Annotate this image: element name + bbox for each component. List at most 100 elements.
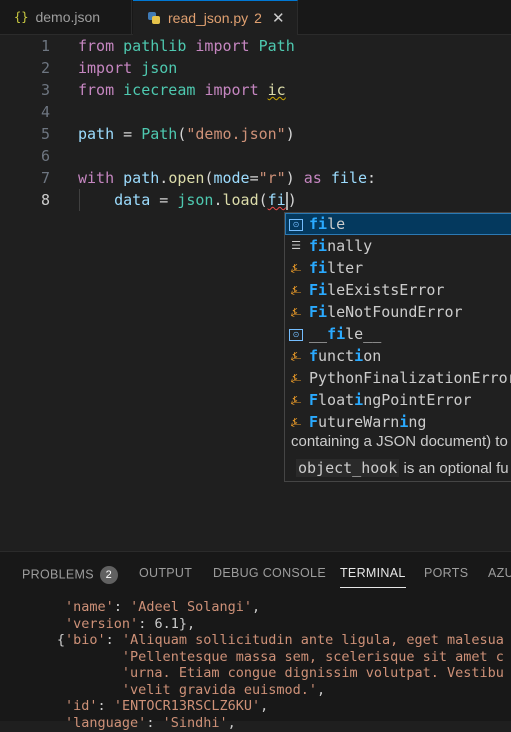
code-token: path bbox=[123, 169, 160, 187]
suggestion-label: filter bbox=[309, 259, 364, 277]
code-token: Path bbox=[141, 125, 178, 143]
suggestion-label: FileExistsError bbox=[309, 281, 445, 299]
suggestion-label: FutureWarning bbox=[309, 413, 427, 431]
panel-tab-terminal[interactable]: TERMINAL bbox=[340, 566, 406, 588]
terminal-line: 'id': 'ENTOCR13RSCLZ6KU', bbox=[65, 698, 269, 714]
suggestion-item[interactable]: ⍼ filter bbox=[285, 257, 511, 279]
python-icon bbox=[147, 11, 161, 25]
code-text: data = json.load(fi) bbox=[78, 189, 297, 211]
code-token: fi bbox=[267, 191, 286, 209]
keyword-icon: ☰ bbox=[291, 239, 301, 252]
code-token: json bbox=[141, 59, 178, 77]
class-icon: ⍼ bbox=[290, 415, 302, 429]
suggestion-widget[interactable]: ⍼ FutureWarning ⍼ FloatingPointError ⍼ Python… bbox=[284, 212, 511, 482]
code-text: from pathlib import Path bbox=[78, 35, 295, 57]
terminal-line: 'name': 'Adeel Solangi', bbox=[65, 599, 261, 615]
code-token: Path bbox=[258, 37, 295, 55]
doc-code: object_hook bbox=[296, 459, 400, 477]
panel-tab-label: OUTPUT bbox=[139, 566, 193, 580]
code-token: ic bbox=[267, 81, 286, 99]
code-text: path = Path("demo.json") bbox=[78, 123, 295, 145]
terminal-line: 'velit gravida euismod.', bbox=[121, 681, 326, 698]
class-icon: ⍼ bbox=[290, 371, 302, 385]
code-token: open bbox=[168, 169, 205, 187]
code-token: path bbox=[78, 125, 115, 143]
code-line[interactable]: 4 bbox=[0, 101, 511, 123]
suggestion-item[interactable]: ⊙ file bbox=[285, 213, 511, 235]
line-number: 2 bbox=[40, 59, 50, 77]
suggestion-item[interactable]: ⊙ __file__ bbox=[285, 323, 511, 345]
code-line[interactable]: 6 bbox=[0, 145, 511, 167]
class-icon: ⍼ bbox=[290, 305, 302, 319]
doc-text-line: object_hook is an optional fu bbox=[296, 459, 509, 477]
code-token: pathlib bbox=[123, 37, 187, 55]
code-line[interactable]: 2 import json bbox=[0, 57, 511, 79]
code-token: ) bbox=[285, 169, 304, 187]
line-number: 4 bbox=[40, 103, 50, 121]
suggestion-item[interactable]: ⍼ function bbox=[285, 345, 511, 367]
suggestion-label: finally bbox=[309, 237, 373, 255]
panel-tab-output[interactable]: OUTPUT bbox=[139, 566, 192, 580]
editor-tab-bar: {} demo.json read_json.py 2 ✕ bbox=[0, 0, 511, 35]
suggestion-label: PythonFinalizationError bbox=[309, 369, 511, 387]
suggestion-item[interactable]: ⍼ FloatingPointError bbox=[285, 389, 511, 411]
code-token: ) bbox=[287, 191, 297, 209]
class-icon: ⍼ bbox=[290, 349, 302, 363]
suggestion-item[interactable]: ⍼ FileNotFoundError bbox=[285, 301, 511, 323]
line-number: 1 bbox=[40, 37, 50, 55]
doc-text: is an optional fu bbox=[399, 460, 509, 477]
code-token: with bbox=[78, 169, 115, 187]
variable-icon: ⊙ bbox=[289, 219, 303, 231]
code-text: import json bbox=[78, 57, 177, 79]
suggestion-item[interactable]: ⍼ FutureWarning bbox=[285, 411, 511, 433]
code-line[interactable]: 5 path = Path("demo.json") bbox=[0, 123, 511, 145]
suggestion-item[interactable]: ☰ finally bbox=[285, 235, 511, 257]
class-icon: ⍼ bbox=[290, 283, 302, 297]
code-line[interactable]: 7 with path.open(mode="r") as file: bbox=[0, 167, 511, 189]
panel-tab-azu[interactable]: AZU bbox=[488, 566, 511, 580]
suggestion-label: file bbox=[309, 215, 346, 233]
code-token: as bbox=[303, 169, 322, 187]
terminal-line: 'Pellentesque massa sem, scelerisque sit… bbox=[121, 648, 504, 665]
code-line[interactable]: 1 from pathlib import Path bbox=[0, 35, 511, 57]
tab-label: demo.json bbox=[35, 9, 101, 25]
code-token: "r" bbox=[258, 169, 286, 187]
code-token: from bbox=[78, 81, 115, 99]
suggestion-label: __file__ bbox=[309, 325, 382, 343]
code-token: icecream bbox=[123, 81, 196, 99]
suggestion-label: function bbox=[309, 347, 382, 365]
line-number: 6 bbox=[40, 147, 50, 165]
code-token: ( bbox=[258, 191, 268, 209]
code-token: from bbox=[78, 37, 115, 55]
code-line[interactable]: 8 data = json.load(fi) bbox=[0, 189, 511, 211]
tab-label: read_json.py bbox=[168, 10, 249, 26]
panel-tab-debug-console[interactable]: DEBUG CONSOLE bbox=[213, 566, 326, 580]
code-token: import bbox=[195, 37, 250, 55]
code-token: "demo.json" bbox=[186, 125, 286, 143]
terminal-line: 'version': 6.1}, bbox=[65, 615, 196, 632]
code-token: = bbox=[150, 191, 178, 209]
suggestion-label: FloatingPointError bbox=[309, 391, 472, 409]
problem-count-badge: 2 bbox=[254, 10, 262, 26]
panel-tab-problems[interactable]: PROBLEMS 2 bbox=[22, 566, 118, 584]
suggestion-docs: containing a JSON document) to object_ho… bbox=[285, 433, 511, 481]
line-number: 3 bbox=[40, 81, 50, 99]
line-number: 7 bbox=[40, 169, 50, 187]
line-number: 8 bbox=[40, 191, 50, 209]
tab-read-json-py[interactable]: read_json.py 2 ✕ bbox=[133, 0, 298, 35]
panel-tab-label: DEBUG CONSOLE bbox=[213, 566, 326, 580]
panel-tabs: PROBLEMS 2 OUTPUT DEBUG CONSOLE TERMINAL PORT… bbox=[0, 552, 511, 594]
code-text: from icecream import ic bbox=[78, 79, 286, 101]
code-line[interactable]: 3 from icecream import ic bbox=[0, 79, 511, 101]
tab-demo-json[interactable]: {} demo.json bbox=[0, 0, 132, 34]
suggestion-item[interactable]: ⍼ PythonFinalizationError bbox=[285, 367, 511, 389]
close-icon[interactable]: ✕ bbox=[272, 9, 285, 27]
panel-tab-ports[interactable]: PORTS bbox=[424, 566, 468, 580]
code-token: file bbox=[330, 169, 367, 187]
json-braces-icon: {} bbox=[14, 10, 29, 24]
code-token: json bbox=[177, 191, 214, 209]
suggestion-item[interactable]: ⍼ FileExistsError bbox=[285, 279, 511, 301]
